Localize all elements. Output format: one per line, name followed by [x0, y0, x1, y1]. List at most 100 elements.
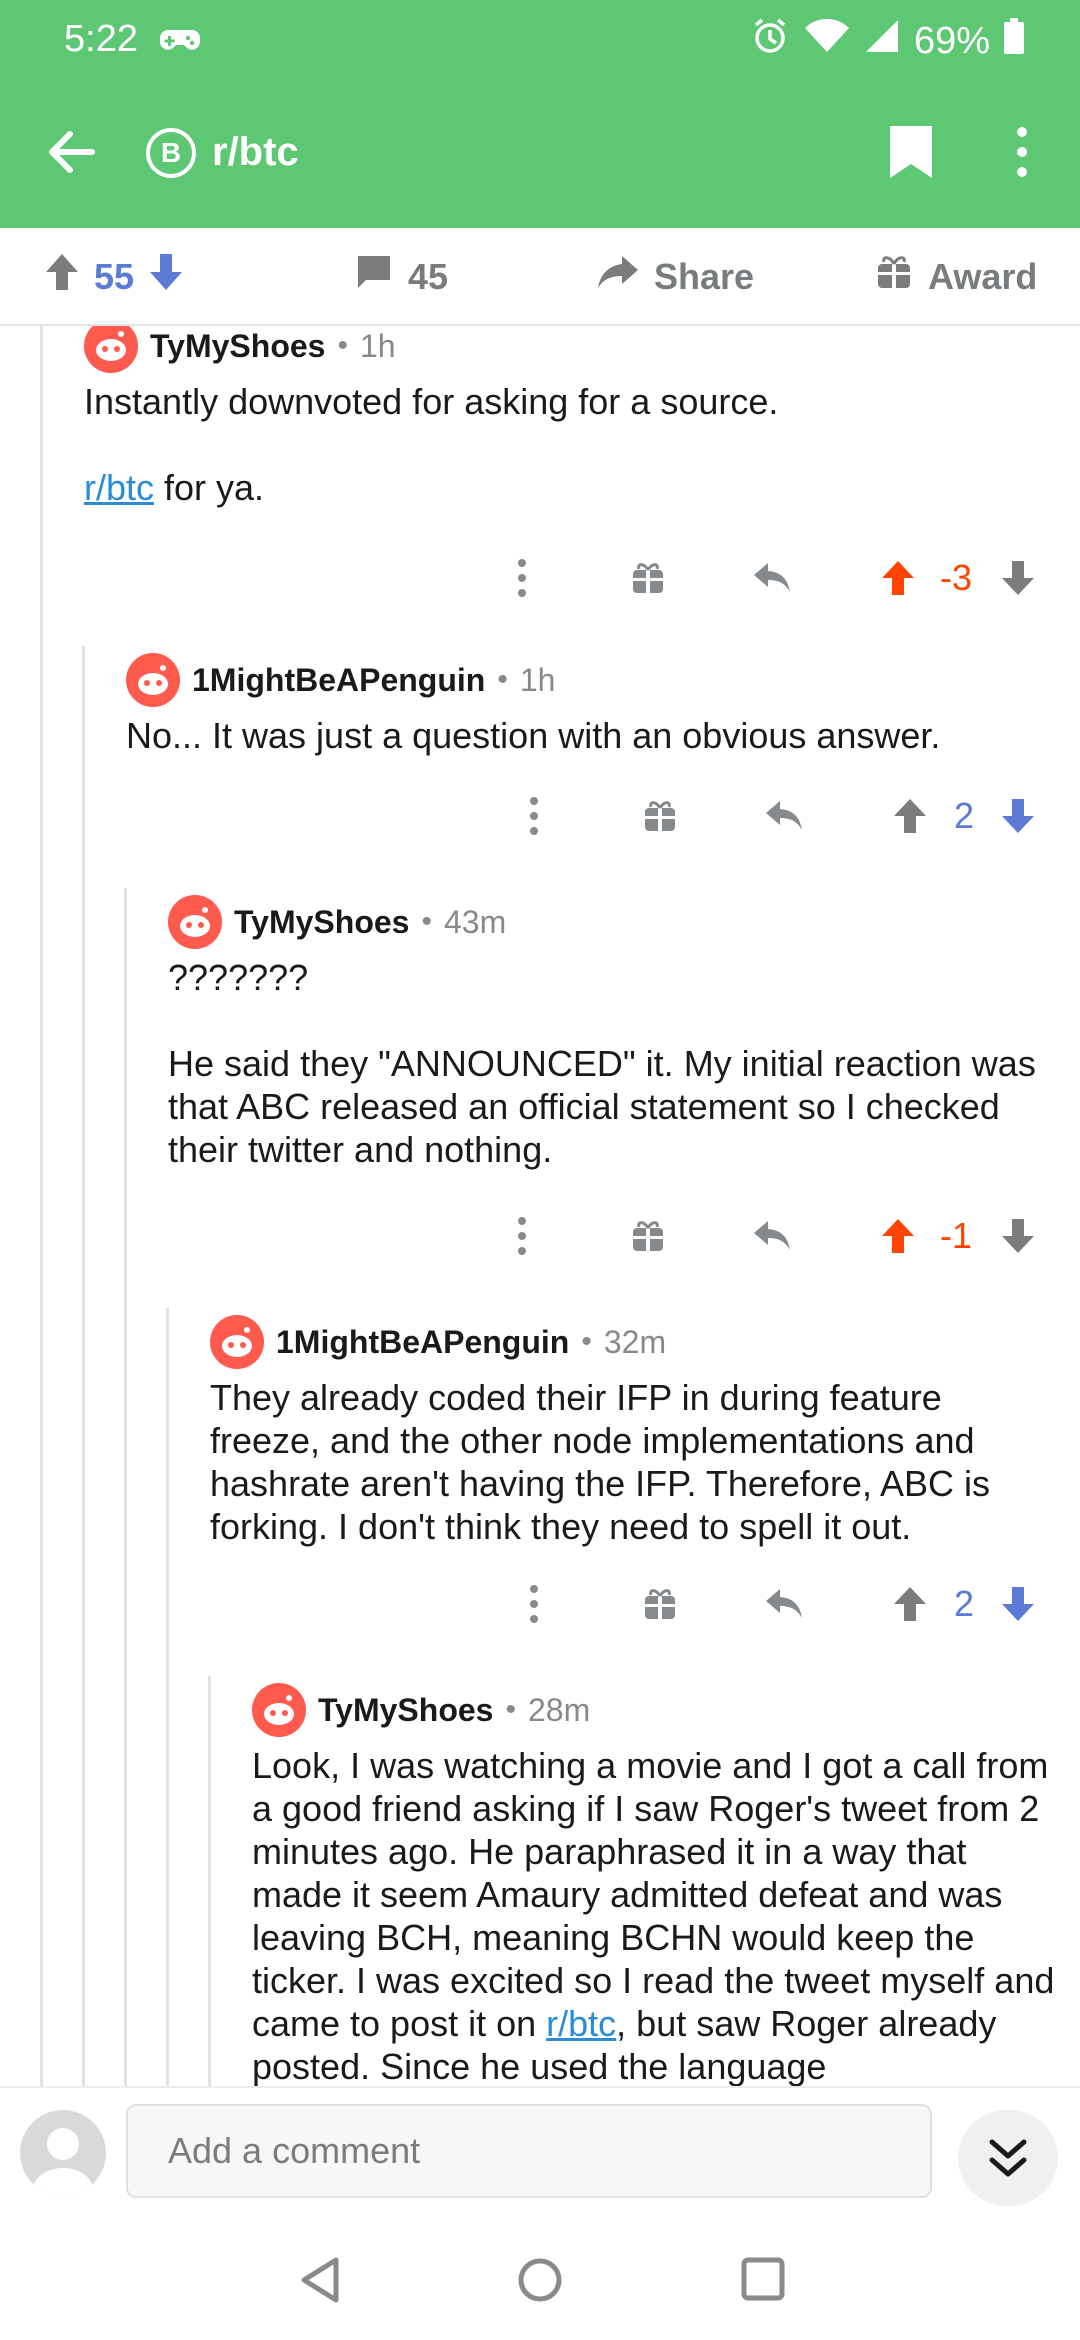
- comment-author[interactable]: 1MightBeAPenguin: [276, 1324, 569, 1361]
- status-bar: 5:22 69%: [0, 0, 1080, 80]
- battery-percent: 69%: [913, 19, 990, 62]
- separator-dot: •: [581, 1325, 592, 1358]
- gift-icon[interactable]: [630, 1206, 666, 1266]
- subreddit-link[interactable]: r/btc: [546, 2003, 616, 2044]
- comment-header: 1MightBeAPenguin • 1h: [126, 652, 1046, 708]
- separator-dot: •: [337, 329, 348, 362]
- reply-icon[interactable]: [764, 1574, 804, 1634]
- comments-button[interactable]: 45: [354, 252, 448, 301]
- snoo-avatar-icon[interactable]: [210, 1315, 264, 1369]
- comment-body: ??????? He said they "ANNOUNCED" it. My …: [168, 956, 1048, 1171]
- wifi-icon: [804, 18, 850, 64]
- subreddit-name[interactable]: r/btc: [212, 130, 299, 175]
- add-comment-input[interactable]: Add a comment: [126, 2104, 932, 2198]
- reply-icon[interactable]: [752, 1206, 792, 1266]
- comment-author[interactable]: 1MightBeAPenguin: [192, 662, 485, 699]
- gift-icon: [874, 252, 914, 301]
- snoo-avatar-icon[interactable]: [126, 653, 180, 707]
- comment-author[interactable]: TyMyShoes: [234, 904, 409, 941]
- more-options-icon[interactable]: [512, 548, 532, 608]
- award-label: Award: [928, 255, 1038, 297]
- comment-bubble-icon: [354, 252, 394, 301]
- comment-time: 1h: [359, 327, 396, 364]
- nav-recents-icon[interactable]: [740, 2256, 786, 2307]
- comment-header: TyMyShoes • 28m: [252, 1682, 1058, 1738]
- upvote-icon[interactable]: [44, 252, 80, 301]
- gift-icon[interactable]: [642, 1574, 678, 1634]
- comment-paragraph: Look, I was watching a movie and I got a…: [252, 1744, 1058, 2086]
- comment-text: for ya.: [154, 467, 265, 508]
- award-button[interactable]: Award: [874, 252, 1037, 301]
- post-vote-group: 55: [44, 252, 184, 301]
- thread-line-5: [208, 1676, 211, 2086]
- comment-time: 28m: [527, 1691, 591, 1728]
- reply-icon[interactable]: [764, 786, 804, 846]
- downvote-icon[interactable]: [148, 252, 184, 301]
- downvote-icon[interactable]: [1000, 548, 1036, 608]
- upvote-icon[interactable]: [892, 786, 928, 846]
- comment-actions: -1: [0, 1206, 1080, 1266]
- comment-time: 43m: [443, 903, 507, 940]
- game-controller-icon: [160, 26, 200, 61]
- comment-paragraph: He said they "ANNOUNCED" it. My initial …: [168, 1043, 1036, 1170]
- comment: TyMyShoes • 28m Look, I was watching a m…: [252, 1682, 1058, 2086]
- subreddit-icon[interactable]: B: [146, 128, 196, 178]
- more-options-icon[interactable]: [1010, 124, 1034, 185]
- downvote-icon[interactable]: [1000, 1574, 1036, 1634]
- comment-score: -3: [940, 557, 973, 598]
- more-options-icon[interactable]: [524, 1574, 544, 1634]
- thread-line-2: [82, 646, 85, 2086]
- comment-body: No... It was just a question with an obv…: [126, 714, 1046, 757]
- comment-body: Look, I was watching a movie and I got a…: [252, 1744, 1058, 2086]
- share-button[interactable]: Share: [596, 252, 754, 301]
- comment-count: 45: [408, 255, 449, 297]
- cell-signal-icon: [864, 18, 900, 64]
- subreddit-link[interactable]: r/btc: [84, 467, 154, 508]
- comment-time: 1h: [519, 661, 556, 698]
- gift-icon[interactable]: [630, 548, 666, 608]
- comment: TyMyShoes • 43m ??????? He said they "AN…: [168, 894, 1048, 1171]
- system-nav-bar: [0, 2216, 1080, 2340]
- comment-header: TyMyShoes • 1h: [84, 326, 1044, 374]
- more-options-icon[interactable]: [512, 1206, 532, 1266]
- downvote-icon[interactable]: [1000, 786, 1036, 846]
- separator-dot: •: [505, 1693, 516, 1726]
- thread-line-4: [166, 1308, 169, 2086]
- separator-dot: •: [421, 905, 432, 938]
- snoo-avatar-icon[interactable]: [168, 895, 222, 949]
- post-score: 55: [94, 255, 135, 297]
- upvote-icon[interactable]: [880, 548, 916, 608]
- nav-home-icon[interactable]: [516, 2256, 564, 2309]
- upvote-icon[interactable]: [892, 1574, 928, 1634]
- comment-actions: 2: [0, 786, 1080, 846]
- comment-score: -1: [940, 1215, 973, 1256]
- comment-author[interactable]: TyMyShoes: [318, 1692, 493, 1729]
- comment-paragraph: They already coded their IFP in during f…: [210, 1377, 990, 1547]
- comment-actions: -3: [0, 548, 1080, 608]
- bookmark-icon[interactable]: [888, 124, 934, 185]
- snoo-avatar-icon[interactable]: [252, 1683, 306, 1737]
- post-action-bar: 55 45 Share Award: [0, 228, 1080, 326]
- comment: 1MightBeAPenguin • 1h No... It was just …: [126, 652, 1046, 757]
- snoo-avatar-icon[interactable]: [84, 326, 138, 373]
- comment-score: 2: [954, 1583, 975, 1624]
- downvote-icon[interactable]: [1000, 1206, 1036, 1266]
- comment-body: They already coded their IFP in during f…: [210, 1376, 1050, 1548]
- comment-paragraph: No... It was just a question with an obv…: [126, 715, 941, 756]
- comment-paragraph: Instantly downvoted for asking for a sou…: [84, 381, 779, 422]
- nav-back-icon[interactable]: [298, 2256, 342, 2309]
- comment-paragraph: ???????: [168, 957, 309, 998]
- gift-icon[interactable]: [642, 786, 678, 846]
- collapse-chevron-icon[interactable]: [958, 2110, 1058, 2206]
- comment-score: 2: [954, 795, 975, 836]
- user-avatar-icon[interactable]: [20, 2110, 106, 2196]
- share-label: Share: [654, 255, 755, 297]
- reply-icon[interactable]: [752, 548, 792, 608]
- comment-time: 32m: [603, 1323, 667, 1360]
- comment-author[interactable]: TyMyShoes: [150, 328, 325, 365]
- more-options-icon[interactable]: [524, 786, 544, 846]
- upvote-icon[interactable]: [880, 1206, 916, 1266]
- back-arrow-icon[interactable]: [44, 124, 100, 185]
- app-bar: B r/btc: [0, 80, 1080, 228]
- comment-body: Instantly downvoted for asking for a sou…: [84, 380, 1044, 509]
